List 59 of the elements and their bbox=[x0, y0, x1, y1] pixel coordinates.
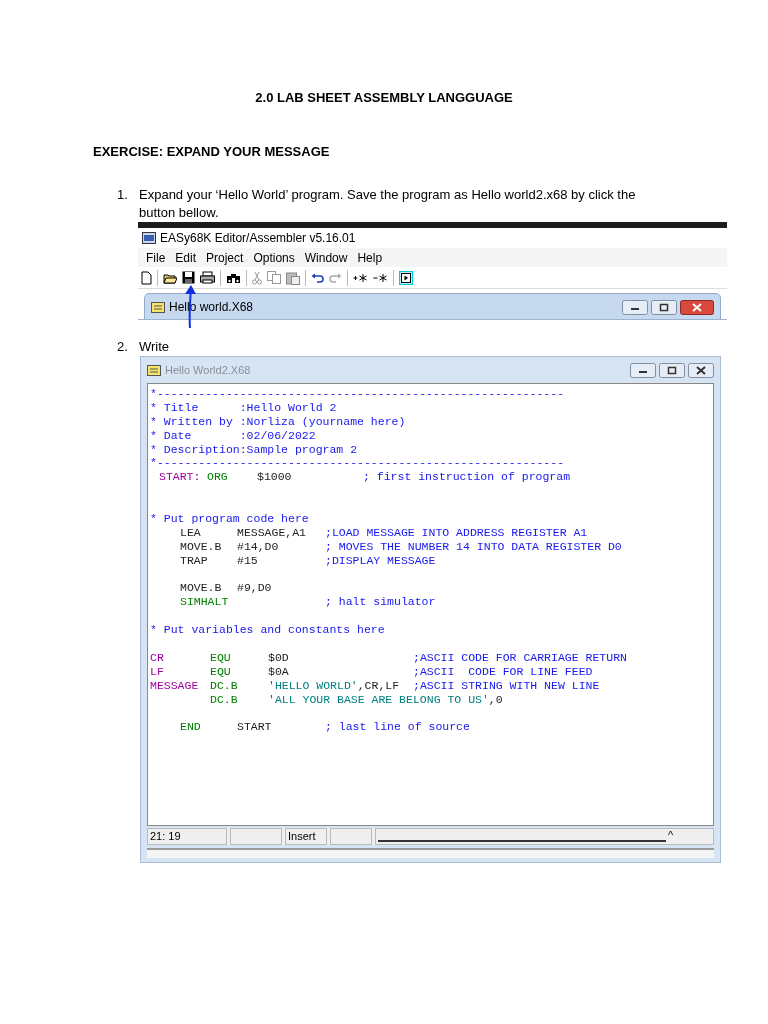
code-line: CR EQU $0D ;ASCII CODE FOR CARRIAGE RETURN bbox=[150, 650, 628, 665]
app-icon[interactable] bbox=[142, 232, 156, 244]
cursor-position: 21: 19 bbox=[147, 828, 227, 845]
code-line: START: ORG $1000 ; first instruction of program bbox=[158, 470, 572, 485]
paste-icon[interactable] bbox=[286, 270, 300, 285]
step-number: 1. bbox=[117, 186, 129, 204]
menu-item[interactable]: Window bbox=[300, 248, 352, 267]
run-icon[interactable] bbox=[399, 270, 413, 285]
window-title: EASy68K Editor/Assembler v5.16.01 bbox=[160, 230, 356, 247]
code-comment-line: * Title :Hello World 2 bbox=[150, 400, 338, 415]
step-text: Expand your ‘Hello World’ program. Save the program as Hello world2.x68 by click the button bellow. bbox=[139, 186, 637, 222]
code-comment-line: * Description:Sample program 2 bbox=[150, 442, 359, 457]
menu-item[interactable]: Project bbox=[202, 248, 248, 267]
code-comment-line: * Date :02/06/2022 bbox=[150, 428, 317, 443]
menu-item[interactable]: Options bbox=[249, 248, 299, 267]
code-line: END START ; last line of source bbox=[179, 720, 471, 735]
code-comment-line: * Put variables and constants here bbox=[150, 623, 386, 638]
plus-asterisk-icon[interactable] bbox=[353, 272, 368, 283]
exercise-heading: EXERCISE: EXPAND YOUR MESSAGE bbox=[93, 143, 330, 161]
new-file-icon[interactable] bbox=[141, 270, 152, 285]
printer-icon[interactable] bbox=[200, 271, 215, 284]
maximize-icon[interactable] bbox=[651, 299, 677, 315]
window-title: Hello World2.X68 bbox=[165, 362, 252, 378]
copy-icon[interactable] bbox=[267, 271, 281, 284]
document-icon[interactable] bbox=[151, 301, 165, 313]
document-icon[interactable] bbox=[147, 364, 161, 376]
step-text: Write bbox=[139, 338, 170, 356]
menu-item[interactable]: Help bbox=[353, 248, 387, 267]
code-line: TRAP #15 ;DISPLAY MESSAGE bbox=[179, 553, 437, 568]
page-title: 2.0 LAB SHEET ASSEMBLY LANGGUAGE bbox=[254, 89, 514, 107]
menu-item[interactable]: Edit bbox=[171, 248, 201, 267]
edit-mode: Insert bbox=[285, 828, 327, 845]
status-panel bbox=[330, 828, 372, 845]
save-icon[interactable] bbox=[182, 271, 195, 284]
caret-mark: ^ bbox=[668, 829, 674, 842]
status-panel bbox=[230, 828, 282, 845]
open-folder-icon[interactable] bbox=[163, 271, 177, 284]
code-comment-line: * Put program code here bbox=[150, 512, 310, 526]
close-icon[interactable] bbox=[688, 362, 714, 378]
code-line: SIMHALT ; halt simulator bbox=[179, 595, 437, 610]
code-line: MOVE.B #9,D0 bbox=[179, 581, 273, 596]
undo-icon[interactable] bbox=[311, 272, 324, 283]
code-line: LEA MESSAGE,A1 ;LOAD MESSAGE INTO ADDRESS REGISTER A1 bbox=[179, 525, 589, 540]
code-line: LF EQU $0A ;ASCII CODE FOR LINE FEED bbox=[150, 664, 594, 679]
code-line: MOVE.B #14,D0 ; MOVES THE NUMBER 14 INTO DATA REGISTER D0 bbox=[179, 539, 623, 554]
maximize-icon[interactable] bbox=[659, 362, 685, 378]
code-line: MESSAGE DC.B 'HELLO WORLD',CR,LF ;ASCII STRING WITH NEW LINE bbox=[150, 678, 601, 693]
minimize-icon[interactable] bbox=[630, 362, 656, 378]
binoculars-icon[interactable] bbox=[226, 271, 241, 284]
minimize-icon[interactable] bbox=[622, 299, 648, 315]
code-comment-line: *----------------------------------------------------------- bbox=[150, 456, 566, 471]
code-comment-line: * Written by :Norliza (yourname here) bbox=[150, 414, 407, 429]
menu-item[interactable]: File bbox=[142, 248, 170, 267]
code-line: DC.B 'ALL YOUR BASE ARE BELONG TO US',0 bbox=[209, 692, 504, 707]
minus-asterisk-icon[interactable] bbox=[373, 272, 388, 283]
code-comment-line: *----------------------------------------------------------- bbox=[150, 387, 566, 401]
horizontal-scrollbar[interactable] bbox=[147, 848, 714, 858]
close-icon[interactable] bbox=[680, 299, 714, 315]
step-number: 2. bbox=[117, 338, 129, 356]
